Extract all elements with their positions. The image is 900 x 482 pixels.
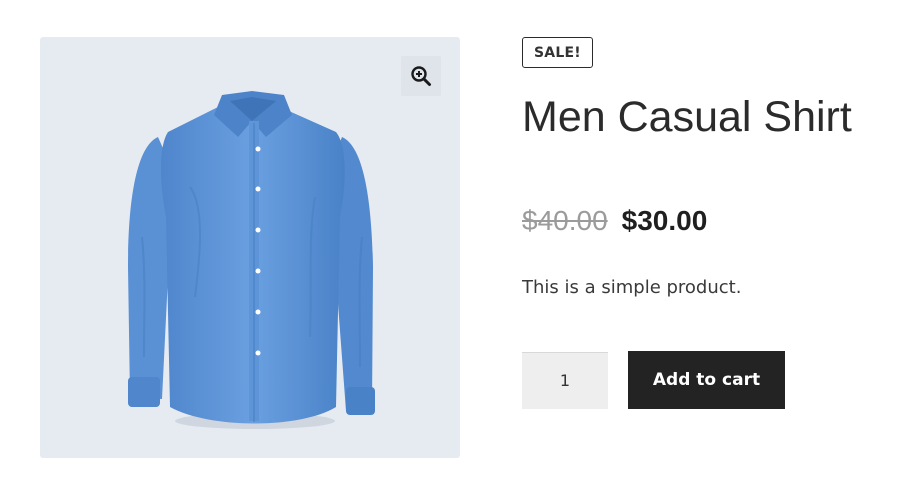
product-title: Men Casual Shirt: [522, 93, 852, 141]
regular-price: $40.00: [522, 205, 608, 237]
short-description: This is a simple product.: [522, 277, 742, 299]
product-summary: SALE! Men Casual Shirt $40.00 $30.00 This…: [522, 37, 882, 410]
sale-badge: SALE!: [522, 37, 593, 68]
product-price: $40.00 $30.00: [522, 207, 882, 235]
sale-price: $30.00: [621, 205, 708, 237]
add-to-cart-form: Add to cart: [522, 351, 882, 410]
quantity-input[interactable]: [522, 351, 608, 409]
zoom-in-icon: [411, 66, 431, 86]
zoom-button[interactable]: [401, 56, 441, 96]
product-image[interactable]: [40, 37, 460, 458]
product-gallery: [40, 37, 460, 458]
add-to-cart-button[interactable]: Add to cart: [628, 351, 785, 410]
